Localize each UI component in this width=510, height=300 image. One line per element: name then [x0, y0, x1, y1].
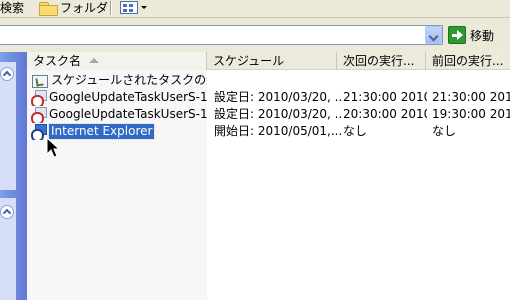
address-dropdown-button[interactable]	[425, 26, 442, 44]
folders-label: フォルダ	[60, 1, 109, 15]
last-run-cell: なし	[432, 124, 457, 138]
task-name: スケジュールされたタスクの追加	[51, 73, 207, 87]
next-run-cell: なし	[343, 124, 368, 138]
task-pane-section	[0, 62, 16, 190]
schedule-cell: 開始日: 2010/05/01,...	[214, 124, 342, 138]
toolbar-separator	[110, 1, 111, 15]
scheduled-task-icon	[31, 106, 47, 123]
schedule-cell: 設定日: 2010/03/20, ...	[214, 90, 342, 104]
table-row[interactable]: GoogleUpdateTaskUserS-1-... 設定日: 2010/03…	[27, 106, 510, 123]
next-run-cell: 20:30:00 2010...	[343, 107, 427, 121]
views-button[interactable]	[118, 0, 148, 16]
collapse-icon[interactable]	[0, 205, 14, 219]
last-run-cell: 21:30:00 2010	[432, 90, 510, 104]
column-header-schedule[interactable]: スケジュール	[207, 52, 337, 70]
address-bar: 移動	[0, 18, 510, 52]
dropdown-caret-icon	[141, 6, 147, 9]
task-pane	[0, 52, 27, 300]
search-button[interactable]: 検索	[0, 0, 24, 16]
last-run-cell: 19:30:00 2010	[432, 107, 510, 121]
task-list: タスク名 スケジュール 次回の実行... 前回の実行... スケジュールされたタ…	[27, 52, 510, 300]
column-header-last-run[interactable]: 前回の実行...	[426, 52, 510, 70]
sort-ascending-icon	[89, 58, 100, 63]
collapse-icon[interactable]	[0, 67, 14, 81]
view-icon	[120, 1, 138, 14]
scheduled-task-icon	[31, 89, 47, 106]
task-name: Internet Explorer	[47, 123, 156, 140]
task-name: GoogleUpdateTaskUserS-1-...	[49, 90, 207, 104]
go-arrow-icon	[448, 26, 466, 44]
column-header-label: 次回の実行...	[343, 54, 415, 68]
column-header-label: スケジュール	[213, 54, 285, 68]
task-name-cell: GoogleUpdateTaskUserS-1-...	[31, 106, 207, 123]
go-label: 移動	[470, 28, 495, 43]
table-row-selected[interactable]: Internet Explorer 開始日: 2010/05/01,... なし…	[27, 123, 510, 140]
mouse-cursor-icon	[46, 137, 61, 158]
column-header-label: タスク名	[33, 54, 82, 68]
column-header-next-run[interactable]: 次回の実行...	[337, 52, 426, 70]
schedule-cell: 設定日: 2010/03/20, ...	[214, 107, 342, 121]
folder-icon	[38, 1, 58, 16]
folders-button[interactable]: フォルダ	[38, 0, 108, 16]
next-run-cell: 21:30:00 2010...	[343, 90, 427, 104]
table-row[interactable]: GoogleUpdateTaskUserS-1-... 設定日: 2010/03…	[27, 89, 510, 106]
column-header-task-name[interactable]: タスク名	[27, 52, 207, 70]
task-name: GoogleUpdateTaskUserS-1-...	[49, 107, 207, 121]
task-name-cell: スケジュールされたタスクの追加	[31, 72, 207, 89]
internet-explorer-task-icon	[31, 123, 47, 140]
add-task-icon	[32, 74, 48, 88]
search-label: 検索	[0, 1, 25, 15]
toolbar: 検索 フォルダ	[0, 0, 510, 18]
column-header-row: タスク名 スケジュール 次回の実行... 前回の実行...	[27, 52, 510, 70]
task-name-cell: GoogleUpdateTaskUserS-1-...	[31, 89, 207, 106]
go-button[interactable]: 移動	[448, 26, 494, 44]
list-item-add-task[interactable]: スケジュールされたタスクの追加	[27, 72, 510, 89]
column-header-label: 前回の実行...	[432, 54, 504, 68]
address-input[interactable]	[0, 25, 443, 45]
